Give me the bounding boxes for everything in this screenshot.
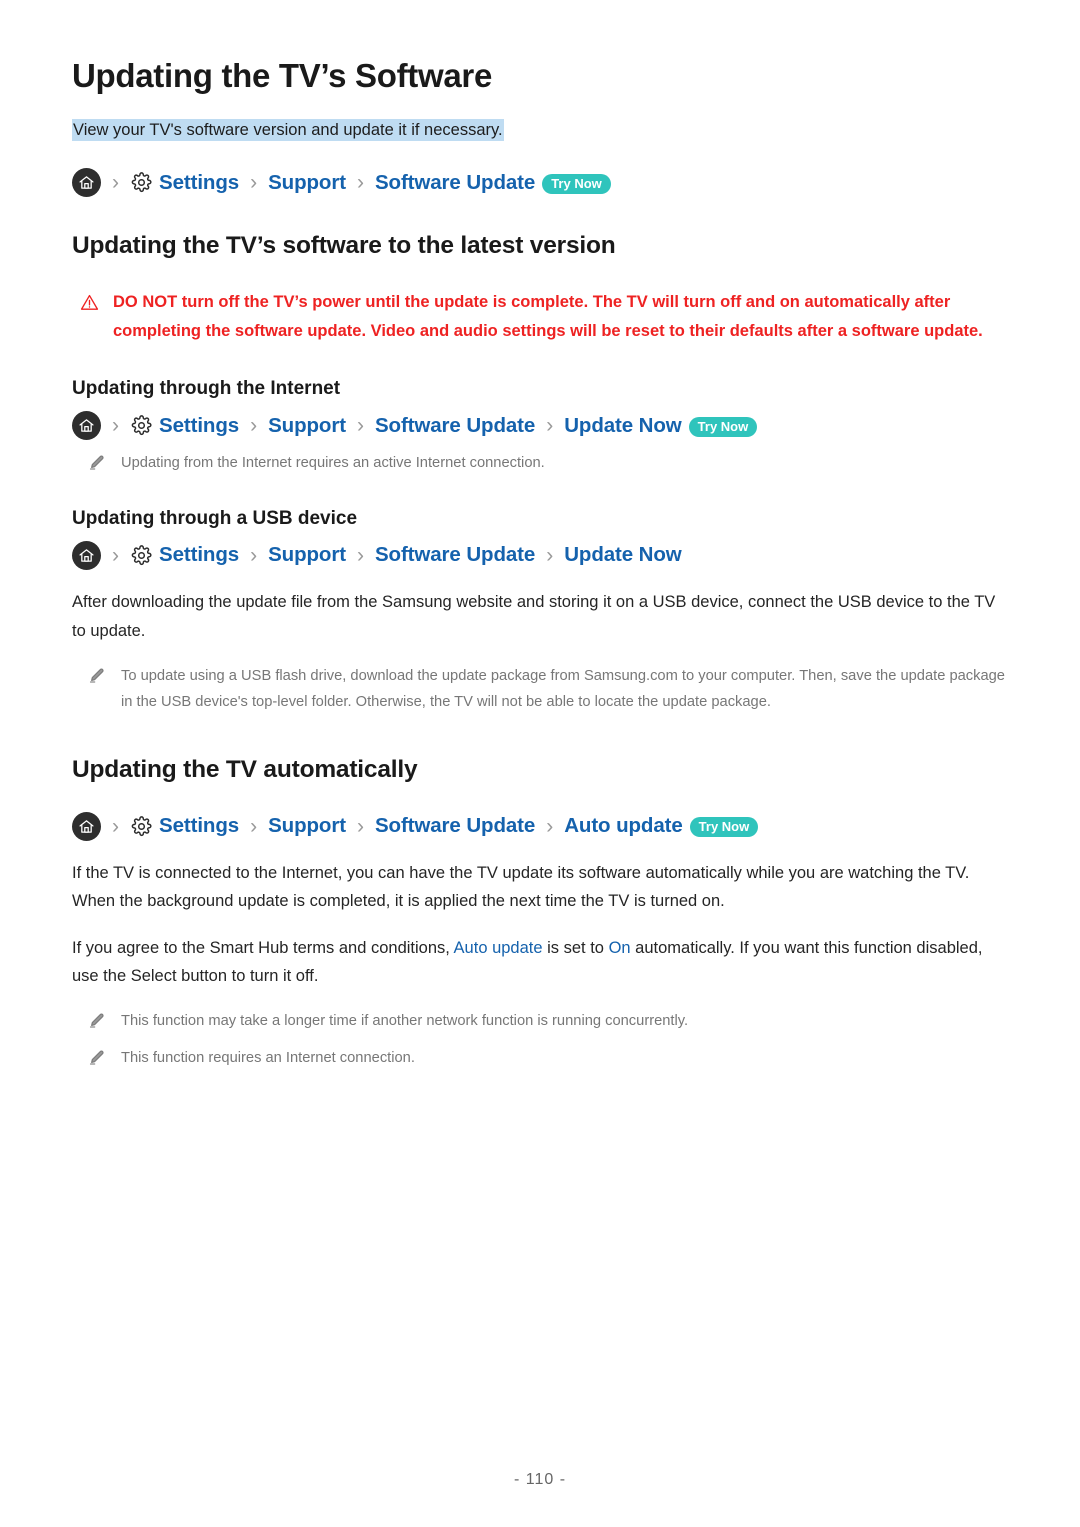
breadcrumb-item-support[interactable]: Support: [268, 816, 346, 837]
breadcrumb-item-software-update[interactable]: Software Update: [375, 545, 535, 566]
subsection-heading-internet: Updating through the Internet: [72, 377, 341, 399]
breadcrumb-separator-icon: ›: [250, 544, 258, 568]
breadcrumb-item-auto-update[interactable]: Auto update: [564, 816, 683, 837]
section-heading-latest-version: Updating the TV’s software to the latest…: [72, 232, 616, 260]
breadcrumb-item-settings[interactable]: Settings: [159, 172, 239, 194]
automatic-body-text-2: If you agree to the Smart Hub terms and …: [72, 934, 1008, 991]
pencil-icon: [88, 667, 105, 689]
automatic-body-text-1: If the TV is connected to the Internet, …: [72, 863, 970, 911]
breadcrumb-separator-icon: ›: [546, 814, 554, 838]
breadcrumb-separator-icon: ›: [112, 814, 119, 838]
breadcrumb-separator-icon: ›: [546, 414, 554, 438]
breadcrumb-item-software-update[interactable]: Software Update: [375, 172, 535, 194]
gear-icon[interactable]: [130, 815, 152, 837]
breadcrumb-separator-icon: ›: [356, 544, 364, 568]
breadcrumb-update-now-internet[interactable]: › Settings › Support › Software Update ›…: [72, 411, 1008, 441]
home-icon[interactable]: [72, 168, 101, 198]
breadcrumb-item-support[interactable]: Support: [268, 172, 346, 194]
home-icon[interactable]: [72, 541, 101, 571]
breadcrumb-item-software-update[interactable]: Software Update: [375, 816, 535, 837]
usb-body-text: After downloading the update file from t…: [72, 593, 996, 640]
warning-triangle-icon: [80, 293, 99, 317]
document-page: Updating the TV’s Software View your TV'…: [0, 0, 1080, 1527]
warning-text: DO NOT turn off the TV’s power until the…: [113, 292, 983, 341]
page-subtitle-highlighted: View your TV's software version and upda…: [72, 118, 504, 141]
gear-icon[interactable]: [130, 545, 152, 567]
note-block: This function requires an Internet conne…: [88, 1045, 1008, 1071]
note-text: This function requires an Internet conne…: [121, 1049, 415, 1066]
breadcrumb-separator-icon: ›: [356, 814, 364, 838]
breadcrumb-item-settings[interactable]: Settings: [159, 816, 239, 837]
breadcrumb-separator-icon: ›: [250, 171, 258, 195]
page-title: Updating the TV’s Software: [72, 57, 493, 94]
warning-block: DO NOT turn off the TV’s power until the…: [80, 288, 1008, 347]
page-number: - 110 -: [513, 1471, 567, 1488]
breadcrumb-separator-icon: ›: [250, 814, 258, 838]
breadcrumb-separator-icon: ›: [546, 544, 554, 568]
breadcrumb-update-now-usb[interactable]: › Settings › Support › Software Update ›…: [72, 541, 1008, 571]
note-text: Updating from the Internet requires an a…: [121, 455, 545, 472]
gear-icon[interactable]: [130, 172, 152, 194]
try-now-badge[interactable]: Try Now: [688, 416, 758, 437]
section-heading-automatic: Updating the TV automatically: [72, 756, 418, 784]
note-block: To update using a USB flash drive, downl…: [88, 663, 1008, 715]
inline-link-on[interactable]: On: [609, 939, 631, 957]
breadcrumb-separator-icon: ›: [112, 171, 119, 195]
auto-body2-mid: is set to: [542, 938, 609, 957]
pencil-icon: [88, 1049, 105, 1071]
breadcrumb-separator-icon: ›: [112, 544, 119, 568]
breadcrumb-item-settings[interactable]: Settings: [159, 545, 239, 566]
breadcrumb-separator-icon: ›: [250, 414, 258, 438]
page-subtitle-container: View your TV's software version and upda…: [72, 118, 1008, 143]
breadcrumb-item-support[interactable]: Support: [268, 545, 346, 566]
breadcrumb-separator-icon: ›: [356, 414, 364, 438]
inline-link-auto-update[interactable]: Auto update: [454, 939, 543, 957]
try-now-badge[interactable]: Try Now: [542, 173, 611, 194]
breadcrumb-separator-icon: ›: [112, 414, 119, 438]
home-icon[interactable]: [72, 411, 101, 441]
gear-icon[interactable]: [130, 415, 152, 437]
pencil-icon: [88, 1012, 105, 1034]
note-block: Updating from the Internet requires an a…: [88, 450, 1008, 476]
auto-body2-pre: If you agree to the Smart Hub terms and …: [72, 938, 454, 957]
pencil-icon: [88, 454, 105, 476]
subsection-heading-usb: Updating through a USB device: [72, 507, 358, 529]
home-icon[interactable]: [72, 811, 101, 841]
breadcrumb-auto-update[interactable]: › Settings › Support › Software Update ›…: [72, 811, 1008, 841]
breadcrumb-item-software-update[interactable]: Software Update: [375, 415, 535, 437]
breadcrumb-separator-icon: ›: [356, 171, 364, 195]
note-block: This function may take a longer time if …: [88, 1008, 1008, 1034]
note-text: This function may take a longer time if …: [121, 1013, 689, 1030]
breadcrumb-item-settings[interactable]: Settings: [159, 415, 239, 437]
try-now-badge[interactable]: Try Now: [689, 817, 759, 838]
breadcrumb-item-update-now[interactable]: Update Now: [564, 545, 682, 566]
note-text: To update using a USB flash drive, downl…: [121, 667, 1005, 711]
breadcrumb-item-update-now[interactable]: Update Now: [564, 415, 682, 437]
breadcrumb-software-update[interactable]: › Settings › Support › Software Update T…: [72, 168, 1008, 198]
breadcrumb-item-support[interactable]: Support: [268, 415, 346, 437]
